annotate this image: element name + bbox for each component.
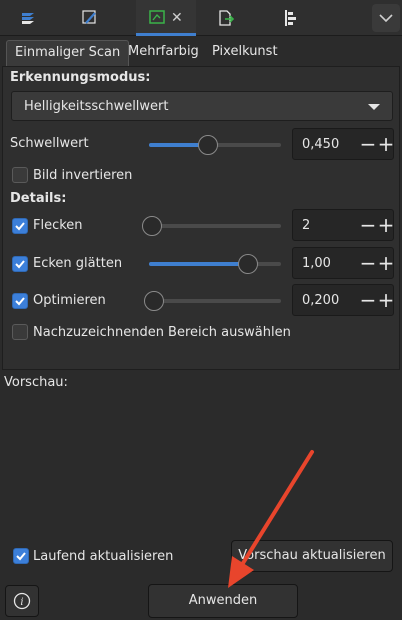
close-icon[interactable]: ✕: [171, 10, 183, 26]
optimize-label: Optimieren: [33, 293, 106, 308]
optimize-slider-handle[interactable]: [144, 291, 165, 311]
align-tab-button[interactable]: [262, 0, 318, 36]
threshold-increment-button[interactable]: +: [377, 133, 395, 155]
export-icon: [219, 10, 235, 26]
speckles-spinbox[interactable]: 2 − +: [292, 209, 394, 241]
threshold-slider[interactable]: [149, 135, 281, 155]
speckles-checkbox[interactable]: [12, 218, 28, 234]
info-button[interactable]: i: [5, 585, 39, 617]
tab-multicolor[interactable]: Mehrfarbig: [120, 40, 207, 66]
optimize-slider[interactable]: [144, 291, 281, 311]
invert-image-label: Bild invertieren: [33, 168, 133, 183]
more-tabs-button[interactable]: [372, 4, 400, 32]
smooth-corners-checkbox[interactable]: [12, 256, 28, 272]
dropdown-arrow-icon: [368, 104, 380, 110]
trace-bitmap-tab-button[interactable]: [136, 0, 196, 36]
svg-text:i: i: [20, 597, 23, 608]
threshold-spinbox[interactable]: 0,450 − +: [292, 128, 394, 160]
pen-icon: [82, 10, 96, 24]
select-area-checkbox[interactable]: [12, 324, 28, 340]
trace-mode-tabs: Einmaliger Scan Mehrfarbig Pixelkunst: [0, 36, 402, 66]
detection-mode-value: Helligkeitsschwellwert: [24, 99, 169, 114]
dialog-toolbar: ✕: [0, 0, 402, 36]
speckles-label: Flecken: [33, 218, 83, 233]
detection-mode-label: Erkennungsmodus:: [10, 70, 151, 85]
checkmark-icon: [15, 297, 25, 306]
layers-icon: [22, 13, 34, 24]
optimize-value[interactable]: 0,200: [302, 293, 339, 308]
speckles-slider-handle[interactable]: [141, 216, 162, 236]
export-tab-button[interactable]: [198, 0, 254, 36]
invert-image-checkbox[interactable]: [12, 167, 28, 183]
optimize-spinbox[interactable]: 0,200 − +: [292, 284, 394, 316]
threshold-decrement-button[interactable]: −: [359, 133, 377, 155]
checkmark-icon: [16, 552, 26, 561]
live-update-label: Laufend aktualisieren: [33, 549, 174, 564]
live-update-checkbox[interactable]: [13, 548, 29, 564]
threshold-label: Schwellwert: [10, 136, 89, 151]
smooth-corners-slider-handle[interactable]: [238, 254, 258, 274]
layers-tab-button[interactable]: [0, 0, 56, 36]
align-icon: [285, 10, 296, 26]
speckles-decrement-button[interactable]: −: [359, 214, 377, 236]
smooth-corners-slider[interactable]: [149, 254, 281, 274]
tab-pixel-art[interactable]: Pixelkunst: [204, 40, 286, 66]
speckles-increment-button[interactable]: +: [377, 214, 395, 236]
apply-button[interactable]: Anwenden: [148, 584, 298, 618]
threshold-slider-handle[interactable]: [198, 135, 219, 155]
preview-label: Vorschau:: [4, 375, 68, 390]
smooth-corners-slider-fill: [149, 262, 248, 266]
info-icon: i: [13, 592, 31, 610]
smooth-corners-increment-button[interactable]: +: [377, 252, 395, 274]
chevron-down-icon: [379, 14, 393, 23]
update-preview-button[interactable]: Vorschau aktualisieren: [231, 540, 393, 572]
smooth-corners-value[interactable]: 1,00: [302, 256, 331, 271]
threshold-value[interactable]: 0,450: [302, 137, 339, 152]
single-scan-panel: Erkennungsmodus: Helligkeitsschwellwert …: [2, 66, 400, 370]
select-area-label: Nachzuzeichnenden Bereich auswählen: [33, 325, 291, 340]
optimize-increment-button[interactable]: +: [377, 289, 395, 311]
detection-mode-select[interactable]: Helligkeitsschwellwert: [11, 91, 393, 121]
optimize-decrement-button[interactable]: −: [359, 289, 377, 311]
speckles-slider[interactable]: [141, 216, 281, 236]
edit-tab-button[interactable]: [62, 0, 118, 36]
speckles-value[interactable]: 2: [302, 218, 310, 233]
checkmark-icon: [15, 222, 25, 231]
smooth-corners-label: Ecken glätten: [33, 256, 123, 271]
optimize-checkbox[interactable]: [12, 293, 28, 309]
checkmark-icon: [15, 260, 25, 269]
trace-bitmap-icon: [149, 9, 165, 24]
tab-single-scan[interactable]: Einmaliger Scan: [6, 40, 130, 66]
details-label: Details:: [10, 191, 67, 206]
smooth-corners-spinbox[interactable]: 1,00 − +: [292, 247, 394, 279]
smooth-corners-decrement-button[interactable]: −: [359, 252, 377, 274]
